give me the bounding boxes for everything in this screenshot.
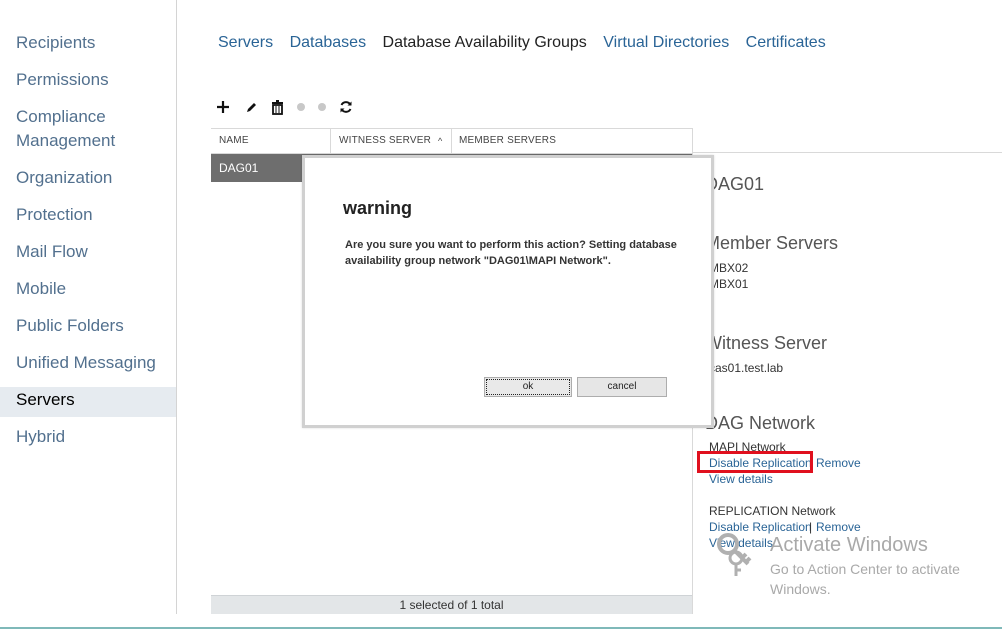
details-pane: DAG01 Member Servers MBX02 MBX01 Witness…	[692, 128, 1002, 614]
witness-server-heading: Witness Server	[705, 333, 828, 353]
disable-replication-link[interactable]: Disable Replication	[709, 520, 812, 534]
row-name-cell: DAG01	[219, 161, 259, 175]
nav-item-organization[interactable]: Organization	[0, 166, 176, 190]
dialog-title: warning	[343, 198, 413, 218]
nav-item-permissions[interactable]: Permissions	[0, 68, 176, 92]
bottom-border	[0, 627, 1002, 629]
ok-button[interactable]: ok	[484, 377, 572, 397]
column-header-witness-server[interactable]: WITNESS SERVER	[339, 129, 431, 153]
disabled-dot-icon	[313, 96, 331, 118]
tab-bar: Servers Databases Database Availability …	[218, 34, 838, 56]
dag-network-heading: DAG Network	[705, 413, 816, 433]
divider	[693, 152, 1002, 153]
edit-icon[interactable]	[242, 96, 260, 118]
disabled-dot-icon	[292, 96, 310, 118]
link-separator: |	[809, 520, 813, 534]
nav-item-servers[interactable]: Servers	[0, 387, 176, 417]
view-details-link[interactable]: View details	[709, 536, 773, 550]
view-details-link[interactable]: View details	[709, 472, 773, 486]
witness-server-value: cas01.test.lab	[709, 361, 784, 375]
nav-item-public-folders[interactable]: Public Folders	[0, 314, 176, 338]
network-name: MAPI Network	[709, 440, 786, 454]
link-separator: |	[809, 456, 813, 470]
refresh-icon[interactable]	[337, 96, 355, 118]
disable-replication-link[interactable]: Disable Replication	[709, 456, 812, 470]
column-divider	[451, 129, 452, 153]
add-icon[interactable]	[214, 96, 232, 118]
column-divider	[330, 129, 331, 153]
column-header-name[interactable]: NAME	[219, 129, 249, 153]
member-server-item: MBX02	[709, 261, 749, 275]
remove-network-link[interactable]: Remove	[816, 456, 861, 470]
tab-certificates[interactable]: Certificates	[746, 34, 826, 51]
tab-databases[interactable]: Databases	[290, 34, 367, 51]
nav-item-compliance-management[interactable]: Compliance Management	[0, 105, 176, 153]
nav-item-recipients[interactable]: Recipients	[0, 31, 176, 55]
warning-dialog: warning Are you sure you want to perform…	[302, 155, 714, 428]
remove-network-link[interactable]: Remove	[816, 520, 861, 534]
selection-status: 1 selected of 1 total	[211, 595, 692, 614]
nav-item-mobile[interactable]: Mobile	[0, 277, 176, 301]
member-server-item: MBX01	[709, 277, 749, 291]
nav-item-unified-messaging[interactable]: Unified Messaging	[0, 351, 176, 375]
network-name: REPLICATION Network	[709, 504, 836, 518]
tab-database-availability-groups[interactable]: Database Availability Groups	[383, 34, 587, 51]
tab-virtual-directories[interactable]: Virtual Directories	[603, 34, 729, 51]
dialog-message: Are you sure you want to perform this ac…	[345, 239, 677, 267]
delete-icon[interactable]	[268, 96, 286, 118]
cancel-button[interactable]: cancel	[577, 377, 667, 397]
column-header-member-servers[interactable]: MEMBER SERVERS	[459, 129, 556, 153]
nav-item-mail-flow[interactable]: Mail Flow	[0, 240, 176, 264]
sort-ascending-icon: ^	[438, 136, 443, 146]
left-nav: Recipients Permissions Compliance Manage…	[0, 0, 177, 614]
nav-item-hybrid[interactable]: Hybrid	[0, 425, 176, 449]
tab-servers[interactable]: Servers	[218, 34, 273, 51]
nav-item-protection[interactable]: Protection	[0, 203, 176, 227]
member-servers-heading: Member Servers	[705, 233, 839, 253]
grid-header: NAME WITNESS SERVER ^ MEMBER SERVERS	[211, 128, 692, 154]
